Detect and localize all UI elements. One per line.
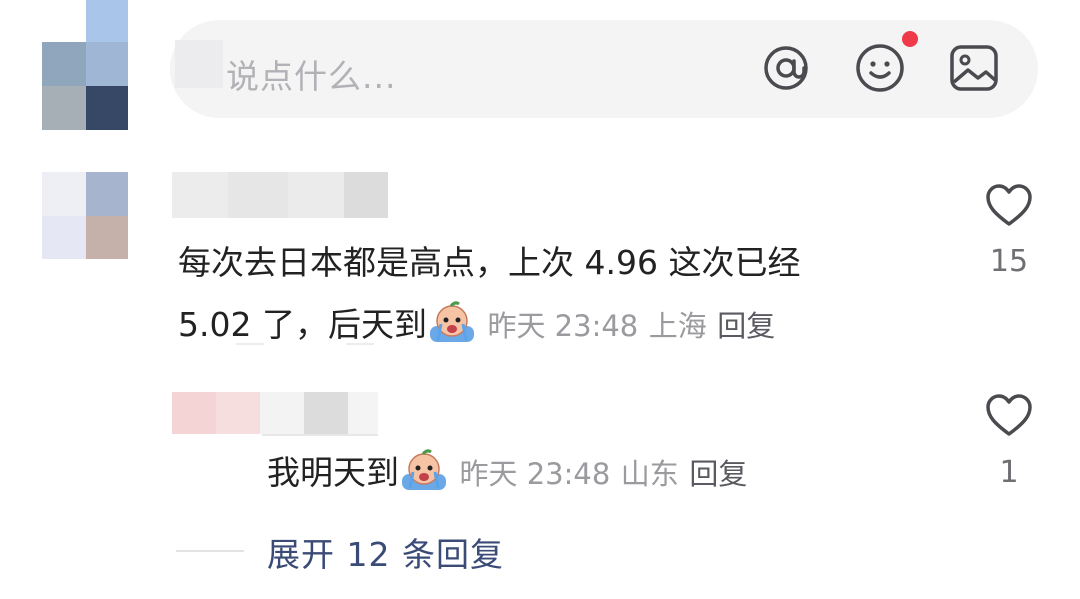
divider xyxy=(236,343,264,345)
comment-text-line2-row: 5.02 了，后天到 昨天 23:48 上海 回复 xyxy=(178,293,775,358)
image-icon[interactable] xyxy=(948,42,1000,94)
comment-text: 每次去日本都是高点，上次 4.96 这次已经 xyxy=(178,231,800,295)
crying-emoji-icon xyxy=(399,448,449,492)
comment-text-line2: 5.02 了，后天到 xyxy=(178,305,427,344)
reply-text-row: 我明天到 昨天 23:48 山东 回复 xyxy=(267,441,747,506)
heart-icon[interactable] xyxy=(984,392,1034,438)
comment-time: 昨天 23:48 xyxy=(487,309,639,343)
reply-text: 我明天到 xyxy=(267,453,399,492)
notification-dot xyxy=(902,31,918,47)
reply-time: 昨天 23:48 xyxy=(459,457,611,491)
crying-emoji-icon xyxy=(427,300,477,344)
input-avatar-mask xyxy=(175,40,223,88)
heart-icon[interactable] xyxy=(984,182,1034,228)
divider xyxy=(346,343,374,345)
reply-button[interactable]: 回复 xyxy=(717,309,775,343)
at-icon[interactable] xyxy=(760,42,812,94)
comment-input-placeholder: 说点什么... xyxy=(226,57,397,96)
emoji-icon[interactable] xyxy=(854,42,906,94)
comment-location: 上海 xyxy=(648,309,707,343)
reply-location: 山东 xyxy=(620,457,679,491)
expand-replies-button[interactable]: 展开 12 条回复 xyxy=(267,528,504,576)
expand-divider xyxy=(176,550,244,552)
reply-button[interactable]: 回复 xyxy=(689,457,747,491)
comment-text-line1: 每次去日本都是高点，上次 4.96 这次已经 xyxy=(178,243,801,282)
like-count: 1 xyxy=(999,455,1019,490)
like-count: 15 xyxy=(989,244,1029,279)
